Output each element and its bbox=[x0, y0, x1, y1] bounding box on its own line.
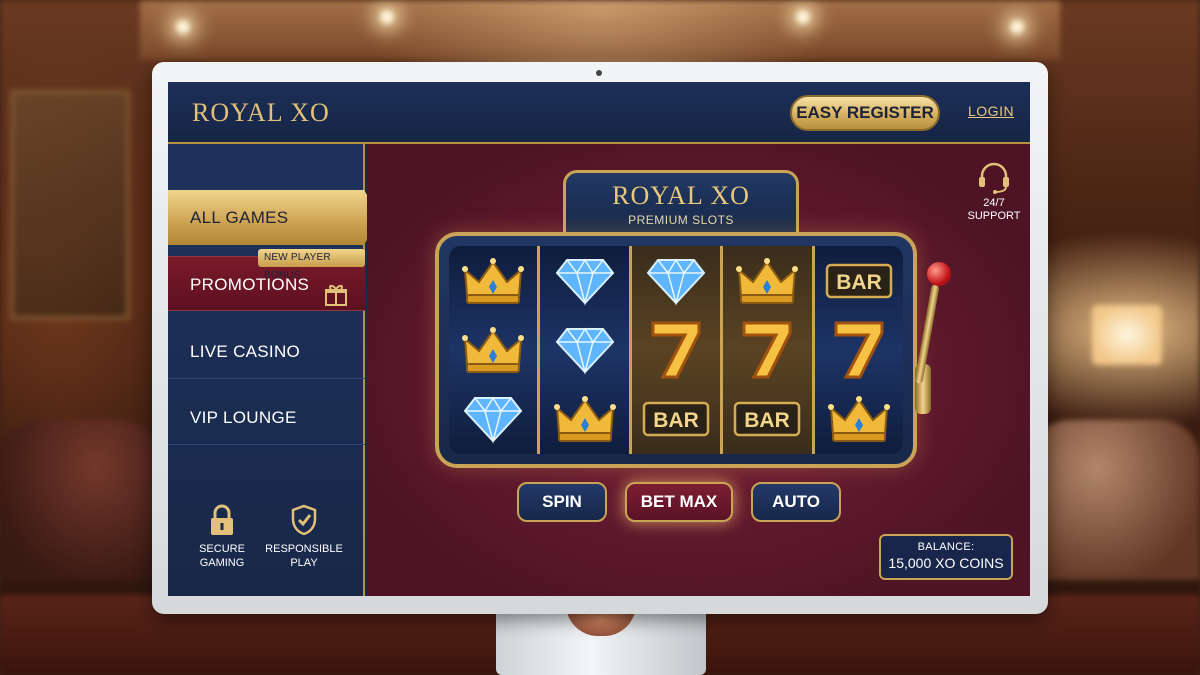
sidebar-item-label: LIVE CASINO bbox=[190, 342, 301, 361]
slot-subtitle: PREMIUM SLOTS bbox=[628, 213, 734, 227]
diamond-icon bbox=[540, 315, 628, 385]
svg-text:BAR: BAR bbox=[836, 271, 882, 294]
lock-icon bbox=[211, 504, 233, 535]
gift-icon bbox=[324, 273, 348, 306]
sidebar: ALL GAMES PROMOTIONS NEW PLAYER BONUS LI… bbox=[168, 144, 380, 596]
shield-check-icon bbox=[291, 504, 317, 536]
diamond-icon bbox=[449, 384, 537, 454]
svg-text:BAR: BAR bbox=[745, 409, 791, 432]
diamond-icon bbox=[632, 246, 720, 316]
sidebar-item-live-casino[interactable]: LIVE CASINO bbox=[168, 324, 365, 379]
crown-icon bbox=[723, 246, 811, 316]
sidebar-item-vip-lounge[interactable]: VIP LOUNGE bbox=[168, 390, 365, 445]
reel-3: BAR bbox=[631, 246, 724, 454]
webcam-icon bbox=[596, 70, 602, 76]
sidebar-item-label: ALL GAMES bbox=[190, 208, 289, 227]
reel-4: BAR bbox=[723, 246, 815, 454]
reel-2 bbox=[540, 246, 632, 454]
new-player-bonus-badge: NEW PLAYER BONUS bbox=[258, 249, 365, 281]
balance-value: 15,000 XO COINS bbox=[888, 555, 1004, 571]
slot-machine: BAR BAR BAR bbox=[435, 232, 917, 468]
slot-reels: BAR BAR BAR bbox=[449, 246, 903, 454]
bet-max-button[interactable]: BET MAX bbox=[625, 482, 733, 522]
reel-1 bbox=[449, 246, 541, 454]
crown-icon bbox=[449, 315, 537, 385]
responsible-play-badge: RESPONSIBLE PLAY bbox=[254, 504, 354, 570]
slot-marquee: ROYAL XO PREMIUM SLOTS bbox=[563, 170, 799, 238]
seven-icon bbox=[723, 315, 811, 385]
svg-text:BAR: BAR bbox=[653, 409, 699, 432]
headset-icon bbox=[979, 162, 1009, 194]
crown-icon bbox=[540, 384, 628, 454]
register-button[interactable]: EASY REGISTER bbox=[790, 95, 940, 131]
seven-icon bbox=[632, 315, 720, 385]
game-area: 24/7 SUPPORT ROYAL XO PREMIUM SLOTS BAR B… bbox=[367, 144, 1030, 596]
sidebar-item-all-games[interactable]: ALL GAMES bbox=[168, 190, 380, 245]
auto-button[interactable]: AUTO bbox=[751, 482, 841, 522]
balance-display: BALANCE: 15,000 XO COINS bbox=[879, 534, 1013, 580]
balance-label: BALANCE: bbox=[917, 541, 975, 553]
support-link[interactable]: 24/7 SUPPORT bbox=[959, 162, 1029, 223]
bar-icon: BAR bbox=[632, 384, 720, 454]
seven-icon bbox=[815, 315, 903, 385]
bar-icon: BAR bbox=[723, 384, 811, 454]
diamond-icon bbox=[540, 246, 628, 316]
login-link[interactable]: LOGIN bbox=[968, 103, 1014, 119]
crown-icon bbox=[815, 384, 903, 454]
casino-screen: ROYAL XO EASY REGISTER LOGIN ALL GAMES P… bbox=[168, 82, 1030, 596]
reel-5: BAR bbox=[814, 246, 903, 454]
lever-knob-icon[interactable] bbox=[927, 262, 951, 286]
slot-title: ROYAL XO bbox=[612, 181, 750, 210]
site-logo[interactable]: ROYAL XO bbox=[192, 98, 330, 128]
sidebar-item-label: VIP LOUNGE bbox=[190, 408, 297, 427]
crown-icon bbox=[449, 246, 537, 316]
spin-button[interactable]: SPIN bbox=[517, 482, 607, 522]
bar-icon: BAR bbox=[815, 246, 903, 316]
sidebar-item-promotions[interactable]: PROMOTIONS NEW PLAYER BONUS bbox=[168, 249, 365, 311]
site-header: ROYAL XO EASY REGISTER LOGIN bbox=[168, 82, 1030, 144]
